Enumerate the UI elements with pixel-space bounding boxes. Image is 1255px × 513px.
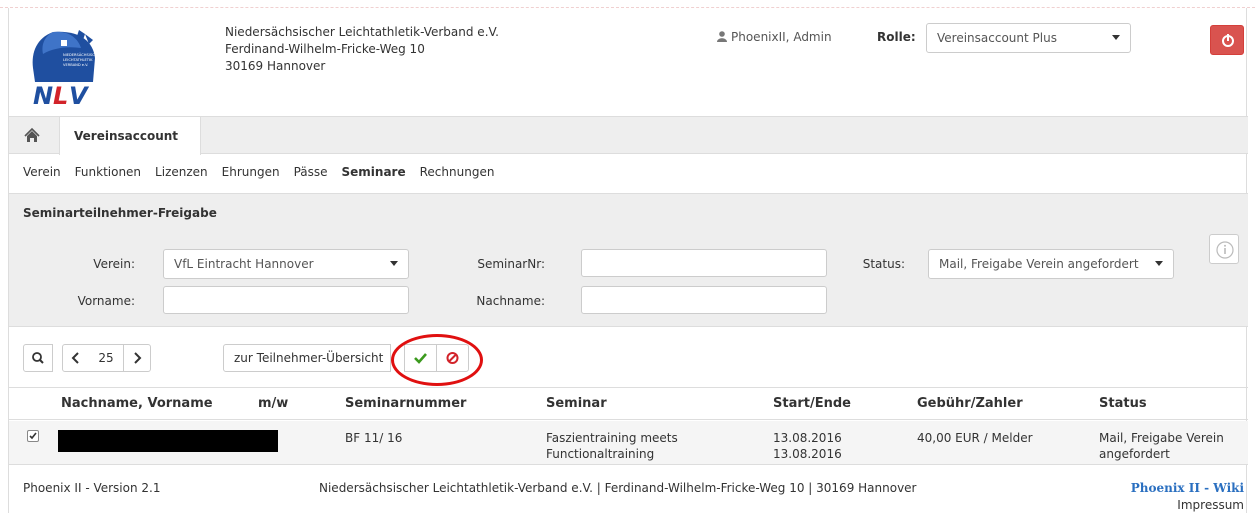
wiki-link[interactable]: Phoenix II - Wiki: [1131, 481, 1244, 495]
page-size-field[interactable]: 25: [89, 344, 123, 372]
org-name: Niedersächsischer Leichtathletik-Verband…: [225, 25, 499, 39]
rolle-select-value: Vereinsaccount Plus: [937, 31, 1057, 45]
power-icon: [1222, 34, 1234, 47]
svg-text:LEICHTATHLETIK: LEICHTATHLETIK: [63, 58, 93, 62]
chevron-down-icon: [1155, 261, 1163, 266]
svg-text:VERBAND e.V.: VERBAND e.V.: [63, 63, 88, 67]
svg-text:N: N: [33, 82, 53, 108]
cell-seminarnummer: BF 11/ 16: [345, 431, 403, 445]
page: NIEDERSÄCHSISCHER LEICHTATHLETIK VERBAND…: [8, 8, 1248, 513]
col-seminar[interactable]: Seminar: [546, 396, 607, 411]
nachname-input[interactable]: [581, 286, 827, 314]
rolle-select[interactable]: Vereinsaccount Plus: [926, 23, 1131, 53]
teilnehmer-uebersicht-button[interactable]: zur Teilnehmer-Übersicht: [223, 344, 391, 372]
cell-seminar-line2: Functionaltraining: [546, 447, 655, 461]
toolbar: 25 zur Teilnehmer-Übersicht: [9, 328, 1248, 384]
col-seminarnummer[interactable]: Seminarnummer: [345, 396, 466, 411]
search-icon: [32, 352, 44, 364]
footer: Phoenix II - Version 2.1 Niedersächsisch…: [9, 465, 1248, 513]
previous-page-button[interactable]: [62, 344, 90, 372]
chevron-left-icon: [71, 352, 79, 364]
subnav-funktionen[interactable]: Funktionen: [75, 165, 141, 179]
info-icon: [1216, 241, 1234, 259]
highlight-annotation: [391, 334, 483, 386]
subnav-paesse[interactable]: Pässe: [294, 165, 328, 179]
cell-status-line2: angefordert: [1099, 447, 1170, 461]
logout-button[interactable]: [1210, 25, 1244, 55]
col-gebuehr[interactable]: Gebühr/Zahler: [917, 396, 1023, 411]
footer-address: Niedersächsischer Leichtathletik-Verband…: [319, 481, 917, 495]
org-city: 30169 Hannover: [225, 59, 326, 73]
next-page-button[interactable]: [123, 344, 151, 372]
cell-seminar-line1: Faszientraining meets: [546, 431, 678, 445]
verein-select-value: VfL Eintracht Hannover: [174, 257, 314, 271]
redacted-name: [58, 430, 278, 452]
svg-text:V: V: [69, 82, 90, 108]
subnav-ehrungen[interactable]: Ehrungen: [222, 165, 280, 179]
chevron-down-icon: [390, 261, 398, 266]
col-start-ende[interactable]: Start/Ende: [773, 396, 851, 411]
rolle-label: Rolle:: [877, 30, 916, 44]
checkmark-icon: [29, 432, 37, 440]
info-button[interactable]: [1209, 234, 1239, 264]
subnav-seminare[interactable]: Seminare: [342, 165, 406, 179]
home-icon: [24, 127, 40, 142]
verein-select[interactable]: VfL Eintracht Hannover: [163, 249, 409, 279]
cell-status-line1: Mail, Freigabe Verein: [1099, 431, 1224, 445]
cell-ende: 13.08.2016: [773, 447, 842, 461]
header: NIEDERSÄCHSISCHER LEICHTATHLETIK VERBAND…: [9, 8, 1248, 116]
filter-panel: Seminarteilnehmer-Freigabe Verein: VfL E…: [9, 193, 1248, 327]
svg-text:NIEDERSÄCHSISCHER: NIEDERSÄCHSISCHER: [63, 52, 103, 57]
tab-vereinsaccount[interactable]: Vereinsaccount: [59, 116, 201, 155]
col-status[interactable]: Status: [1099, 396, 1147, 411]
filter-title: Seminarteilnehmer-Freigabe: [23, 206, 217, 220]
status-select-value: Mail, Freigabe Verein angefordert: [939, 257, 1139, 271]
subnav-verein[interactable]: Verein: [23, 165, 61, 179]
cell-gebuehr: 40,00 EUR / Melder: [917, 431, 1033, 445]
impressum-link[interactable]: Impressum: [1177, 498, 1244, 512]
footer-version: Phoenix II - Version 2.1: [23, 481, 161, 495]
vorname-input[interactable]: [163, 286, 409, 314]
col-name[interactable]: Nachname, Vorname: [61, 396, 213, 411]
nachname-label: Nachname:: [476, 294, 545, 308]
verein-label: Verein:: [93, 257, 135, 271]
status-label: Status:: [862, 257, 905, 271]
nlv-logo[interactable]: NIEDERSÄCHSISCHER LEICHTATHLETIK VERBAND…: [23, 18, 123, 110]
row-checkbox[interactable]: [27, 430, 39, 442]
tab-home[interactable]: [9, 117, 54, 154]
sub-navigation: Verein Funktionen Lizenzen Ehrungen Pässe Sem…: [23, 165, 508, 179]
org-address: Niedersächsischer Leichtathletik-Verband…: [225, 24, 499, 75]
current-user[interactable]: PhoenixII, Admin: [717, 30, 832, 44]
tab-bar: Vereinsaccount: [9, 116, 1248, 155]
subnav-lizenzen[interactable]: Lizenzen: [155, 165, 208, 179]
seminarnr-input[interactable]: [581, 249, 827, 277]
svg-text:L: L: [53, 82, 68, 108]
chevron-down-icon: [1112, 35, 1120, 40]
table-row[interactable]: BF 11/ 16 Faszientraining meets Function…: [9, 421, 1248, 465]
org-street: Ferdinand-Wilhelm-Fricke-Weg 10: [225, 42, 425, 56]
status-select[interactable]: Mail, Freigabe Verein angefordert: [928, 249, 1174, 279]
user-name: PhoenixII, Admin: [731, 30, 832, 44]
chevron-right-icon: [134, 352, 142, 364]
cell-start: 13.08.2016: [773, 431, 842, 445]
search-button[interactable]: [23, 344, 53, 372]
col-mw[interactable]: m/w: [258, 396, 288, 411]
vorname-label: Vorname:: [77, 294, 135, 308]
seminarnr-label: SeminarNr:: [477, 257, 545, 271]
table-header: Nachname, Vorname m/w Seminarnummer Semi…: [9, 387, 1248, 420]
subnav-rechnungen[interactable]: Rechnungen: [420, 165, 495, 179]
page-top-edge: [0, 0, 1255, 8]
user-icon: [717, 31, 727, 42]
